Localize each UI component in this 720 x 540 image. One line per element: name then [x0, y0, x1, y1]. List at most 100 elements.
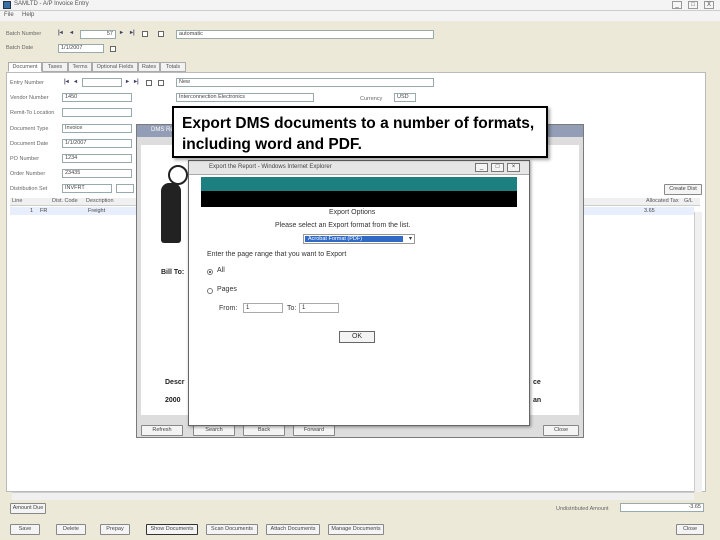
description-header: Descr [165, 379, 185, 386]
col-dist-code[interactable]: Dist. Code [52, 198, 78, 204]
maximize-button[interactable]: □ [688, 1, 698, 9]
last-entry-icon[interactable]: ▸| [134, 78, 139, 85]
undistributed-field: -3.65 [620, 503, 704, 512]
col-line[interactable]: Line [12, 198, 22, 204]
undistributed-label: Undistributed Amount [556, 506, 609, 512]
to-label: To: [287, 305, 297, 312]
save-button[interactable]: Save [10, 524, 40, 535]
to-input[interactable]: 1 [299, 303, 339, 313]
entry-number-label: Entry Number [10, 80, 44, 86]
bill-to-label: Bill To: [161, 269, 185, 276]
tab-taxes[interactable]: Taxes [42, 62, 68, 72]
tab-optional-fields[interactable]: Optional Fields [92, 62, 138, 72]
forward-button[interactable]: Forward [293, 425, 335, 436]
from-input[interactable]: 1 [243, 303, 283, 313]
create-dist-button[interactable]: Create Dist [664, 184, 702, 195]
row-description: Freight [88, 208, 106, 214]
description-value: 2000 [165, 397, 181, 404]
from-label: From: [219, 305, 238, 312]
chevron-down-icon: ▾ [408, 236, 412, 242]
close-button[interactable]: Close [676, 524, 704, 535]
tab-totals[interactable]: Totals [160, 62, 186, 72]
document-type-select[interactable]: Invoice [62, 124, 132, 133]
remit-to-field[interactable] [62, 108, 132, 117]
viewer-close-button[interactable]: Close [543, 425, 579, 436]
show-documents-button[interactable]: Show Documents [146, 524, 198, 535]
po-number-label: PO Number [10, 156, 40, 162]
radio-all[interactable] [207, 269, 213, 275]
prepay-button[interactable]: Prepay [100, 524, 130, 535]
clock-icon [168, 165, 188, 185]
vendor-number-label: Vendor Number [10, 95, 49, 101]
new-batch-icon[interactable] [158, 31, 164, 37]
col-description[interactable]: Description [86, 198, 114, 204]
window-title: SAMLTD - A/P Invoice Entry [14, 1, 89, 7]
first-batch-icon[interactable]: |◂ [58, 29, 63, 36]
dialog-close-button[interactable]: × [507, 163, 520, 172]
search-button[interactable]: Search [193, 425, 235, 436]
batch-number-field[interactable]: 57 [80, 30, 116, 39]
document-date-label: Document Date [10, 141, 49, 147]
finder-icon[interactable] [142, 31, 148, 37]
col-gl[interactable]: G/L [684, 198, 693, 204]
attach-documents-button[interactable]: Attach Documents [266, 524, 320, 535]
prev-batch-icon[interactable]: ◂ [70, 29, 73, 36]
batch-description-field[interactable]: automatic [176, 30, 434, 39]
first-entry-icon[interactable]: |◂ [64, 78, 69, 85]
currency-label: Currency [360, 96, 383, 102]
minimize-button[interactable]: _ [672, 1, 682, 9]
ok-button[interactable]: OK [339, 331, 375, 343]
export-options-heading: Export Options [329, 209, 376, 216]
back-button[interactable]: Back [243, 425, 285, 436]
remit-to-label: Remit-To Location [10, 110, 55, 116]
callout-text: Export DMS documents to a number of form… [182, 115, 535, 153]
entry-description-field[interactable]: New [176, 78, 434, 87]
entry-number-field[interactable] [82, 78, 122, 87]
scan-documents-button[interactable]: Scan Documents [206, 524, 258, 535]
vertical-scrollbar[interactable] [694, 212, 702, 492]
export-format-select[interactable]: Acrobat Format (PDF) ▾ [303, 234, 415, 244]
prev-entry-icon[interactable]: ◂ [74, 78, 77, 85]
export-format-prompt: Please select an Export format from the … [275, 222, 411, 229]
page-range-prompt: Enter the page range that you want to Ex… [207, 251, 347, 258]
export-dialog: Export the Report - Windows Internet Exp… [188, 160, 530, 426]
amount-due-button[interactable]: Amount Due [10, 503, 46, 514]
row-line: 1 [30, 208, 34, 214]
radio-pages-label: Pages [217, 286, 237, 293]
col-allocated-tax[interactable]: Allocated Tax [646, 198, 679, 204]
calendar-icon[interactable] [110, 46, 116, 52]
menu-file[interactable]: File [4, 12, 14, 18]
callout-box: Export DMS documents to a number of form… [172, 106, 548, 158]
manage-documents-button[interactable]: Manage Documents [328, 524, 384, 535]
distribution-set-desc [116, 184, 134, 193]
menu-help[interactable]: Help [22, 12, 34, 18]
tab-document[interactable]: Document [8, 62, 42, 72]
title-bar: SAMLTD - A/P Invoice Entry _ □ X [0, 0, 720, 11]
radio-pages[interactable] [207, 288, 213, 294]
export-format-value: Acrobat Format (PDF) [305, 236, 403, 242]
document-type-label: Document Type [10, 126, 49, 132]
row-code: FR [40, 208, 48, 214]
next-batch-icon[interactable]: ▸ [120, 29, 123, 36]
tab-rates[interactable]: Rates [138, 62, 160, 72]
horizontal-scrollbar[interactable] [12, 492, 694, 500]
distribution-set-field[interactable]: INVFRT [62, 184, 112, 193]
batch-date-field[interactable]: 1/1/2007 [58, 44, 104, 53]
currency-field[interactable]: USD [394, 93, 416, 102]
document-date-field[interactable]: 1/1/2007 [62, 139, 132, 148]
dialog-maximize-button[interactable]: □ [491, 163, 504, 172]
po-number-field[interactable]: 1234 [62, 154, 132, 163]
delete-button[interactable]: Delete [56, 524, 86, 535]
last-batch-icon[interactable]: ▸| [130, 29, 135, 36]
tab-terms[interactable]: Terms [68, 62, 92, 72]
close-window-button[interactable]: X [704, 1, 714, 9]
order-number-field[interactable]: 23435 [62, 169, 132, 178]
vendor-name-field: Interconnection Electronics [176, 93, 314, 102]
entry-finder-icon[interactable] [146, 80, 152, 86]
refresh-button[interactable]: Refresh [141, 425, 183, 436]
dialog-minimize-button[interactable]: _ [475, 163, 488, 172]
vendor-number-field[interactable]: 1450 [62, 93, 132, 102]
mascot-image [161, 183, 181, 243]
new-entry-icon[interactable] [158, 80, 164, 86]
next-entry-icon[interactable]: ▸ [126, 78, 129, 85]
